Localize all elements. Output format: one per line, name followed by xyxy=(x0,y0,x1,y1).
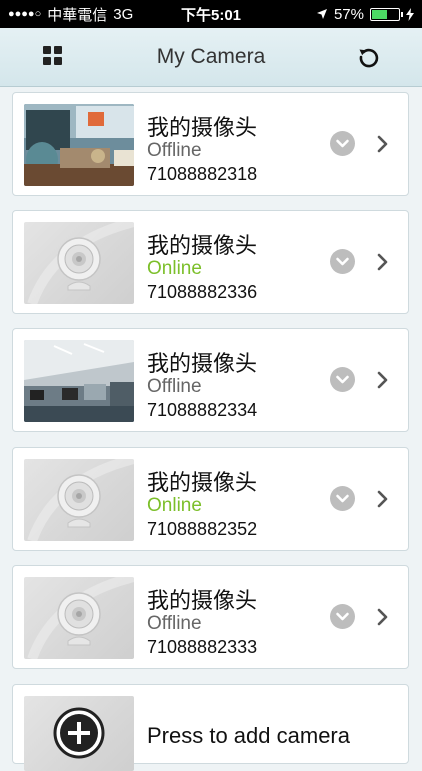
chevron-right-icon[interactable] xyxy=(376,134,390,154)
add-camera-thumbnail[interactable] xyxy=(24,696,134,771)
camera-name: 我的摄像头 xyxy=(147,115,258,140)
camera-status: Offline xyxy=(147,376,202,397)
camera-placeholder-icon xyxy=(27,222,134,304)
chevron-down-icon[interactable] xyxy=(330,131,355,156)
chevron-down-icon[interactable] xyxy=(330,604,355,629)
chevron-down-icon[interactable] xyxy=(330,486,355,511)
office-desk-photo xyxy=(24,104,134,186)
add-plus-icon xyxy=(53,707,105,759)
chevron-right-icon[interactable] xyxy=(376,489,390,509)
nav-bar: My Camera xyxy=(0,28,422,87)
status-left: ●●●●○ 中華電信 3G xyxy=(8,4,133,25)
add-camera-card[interactable]: Press to add camera xyxy=(12,684,409,771)
camera-id: 71088882318 xyxy=(147,164,258,184)
location-arrow-icon xyxy=(316,9,327,19)
camera-name: 我的摄像头 xyxy=(147,470,258,495)
add-camera-label: Press to add camera xyxy=(147,723,350,748)
camera-thumbnail[interactable] xyxy=(24,222,134,304)
battery-cap xyxy=(401,11,403,17)
signal-strength-icon: ●●●●○ xyxy=(8,8,42,20)
camera-thumbnail[interactable] xyxy=(24,340,134,422)
camera-name: 我的摄像头 xyxy=(147,233,258,258)
camera-status: Online xyxy=(147,495,202,516)
chevron-right-icon[interactable] xyxy=(376,607,390,627)
camera-id: 71088882334 xyxy=(147,400,258,420)
camera-thumbnail[interactable] xyxy=(24,459,134,541)
camera-status: Online xyxy=(147,258,202,279)
camera-card[interactable]: 我的摄像头 Offline 71088882318 xyxy=(12,92,409,196)
battery-icon xyxy=(370,7,403,21)
refresh-icon[interactable] xyxy=(356,44,382,70)
camera-id: 71088882352 xyxy=(147,519,258,539)
carrier-label: 中華電信 xyxy=(47,6,108,24)
chevron-right-icon[interactable] xyxy=(376,252,390,272)
camera-thumbnail[interactable] xyxy=(24,104,134,186)
status-time: 下午5:01 xyxy=(180,6,242,24)
camera-card[interactable]: 我的摄像头 Online 71088882352 xyxy=(12,447,409,551)
camera-status: Offline xyxy=(147,140,202,161)
camera-id: 71088882336 xyxy=(147,282,258,302)
status-right: 57% xyxy=(316,6,414,23)
camera-card[interactable]: 我的摄像头 Online 71088882336 xyxy=(12,210,409,314)
battery-fill xyxy=(372,9,387,19)
status-bar: ●●●●○ 中華電信 3G 下午5:01 57% xyxy=(0,0,422,28)
network-label: 3G xyxy=(113,5,134,23)
camera-name: 我的摄像头 xyxy=(147,588,258,613)
chevron-down-icon[interactable] xyxy=(330,249,355,274)
office-room-photo xyxy=(24,340,134,422)
camera-thumbnail[interactable] xyxy=(24,577,134,659)
camera-card[interactable]: 我的摄像头 Offline 71088882334 xyxy=(12,328,409,432)
camera-placeholder-icon xyxy=(27,577,134,659)
chevron-down-icon[interactable] xyxy=(330,367,355,392)
camera-card[interactable]: 我的摄像头 Offline 71088882333 xyxy=(12,565,409,669)
camera-placeholder-icon xyxy=(27,459,134,541)
camera-name: 我的摄像头 xyxy=(147,351,258,376)
chevron-right-icon[interactable] xyxy=(376,370,390,390)
charging-bolt-icon xyxy=(406,7,414,21)
camera-status: Offline xyxy=(147,613,202,634)
battery-percent: 57% xyxy=(333,5,364,23)
camera-id: 71088882333 xyxy=(147,637,258,657)
